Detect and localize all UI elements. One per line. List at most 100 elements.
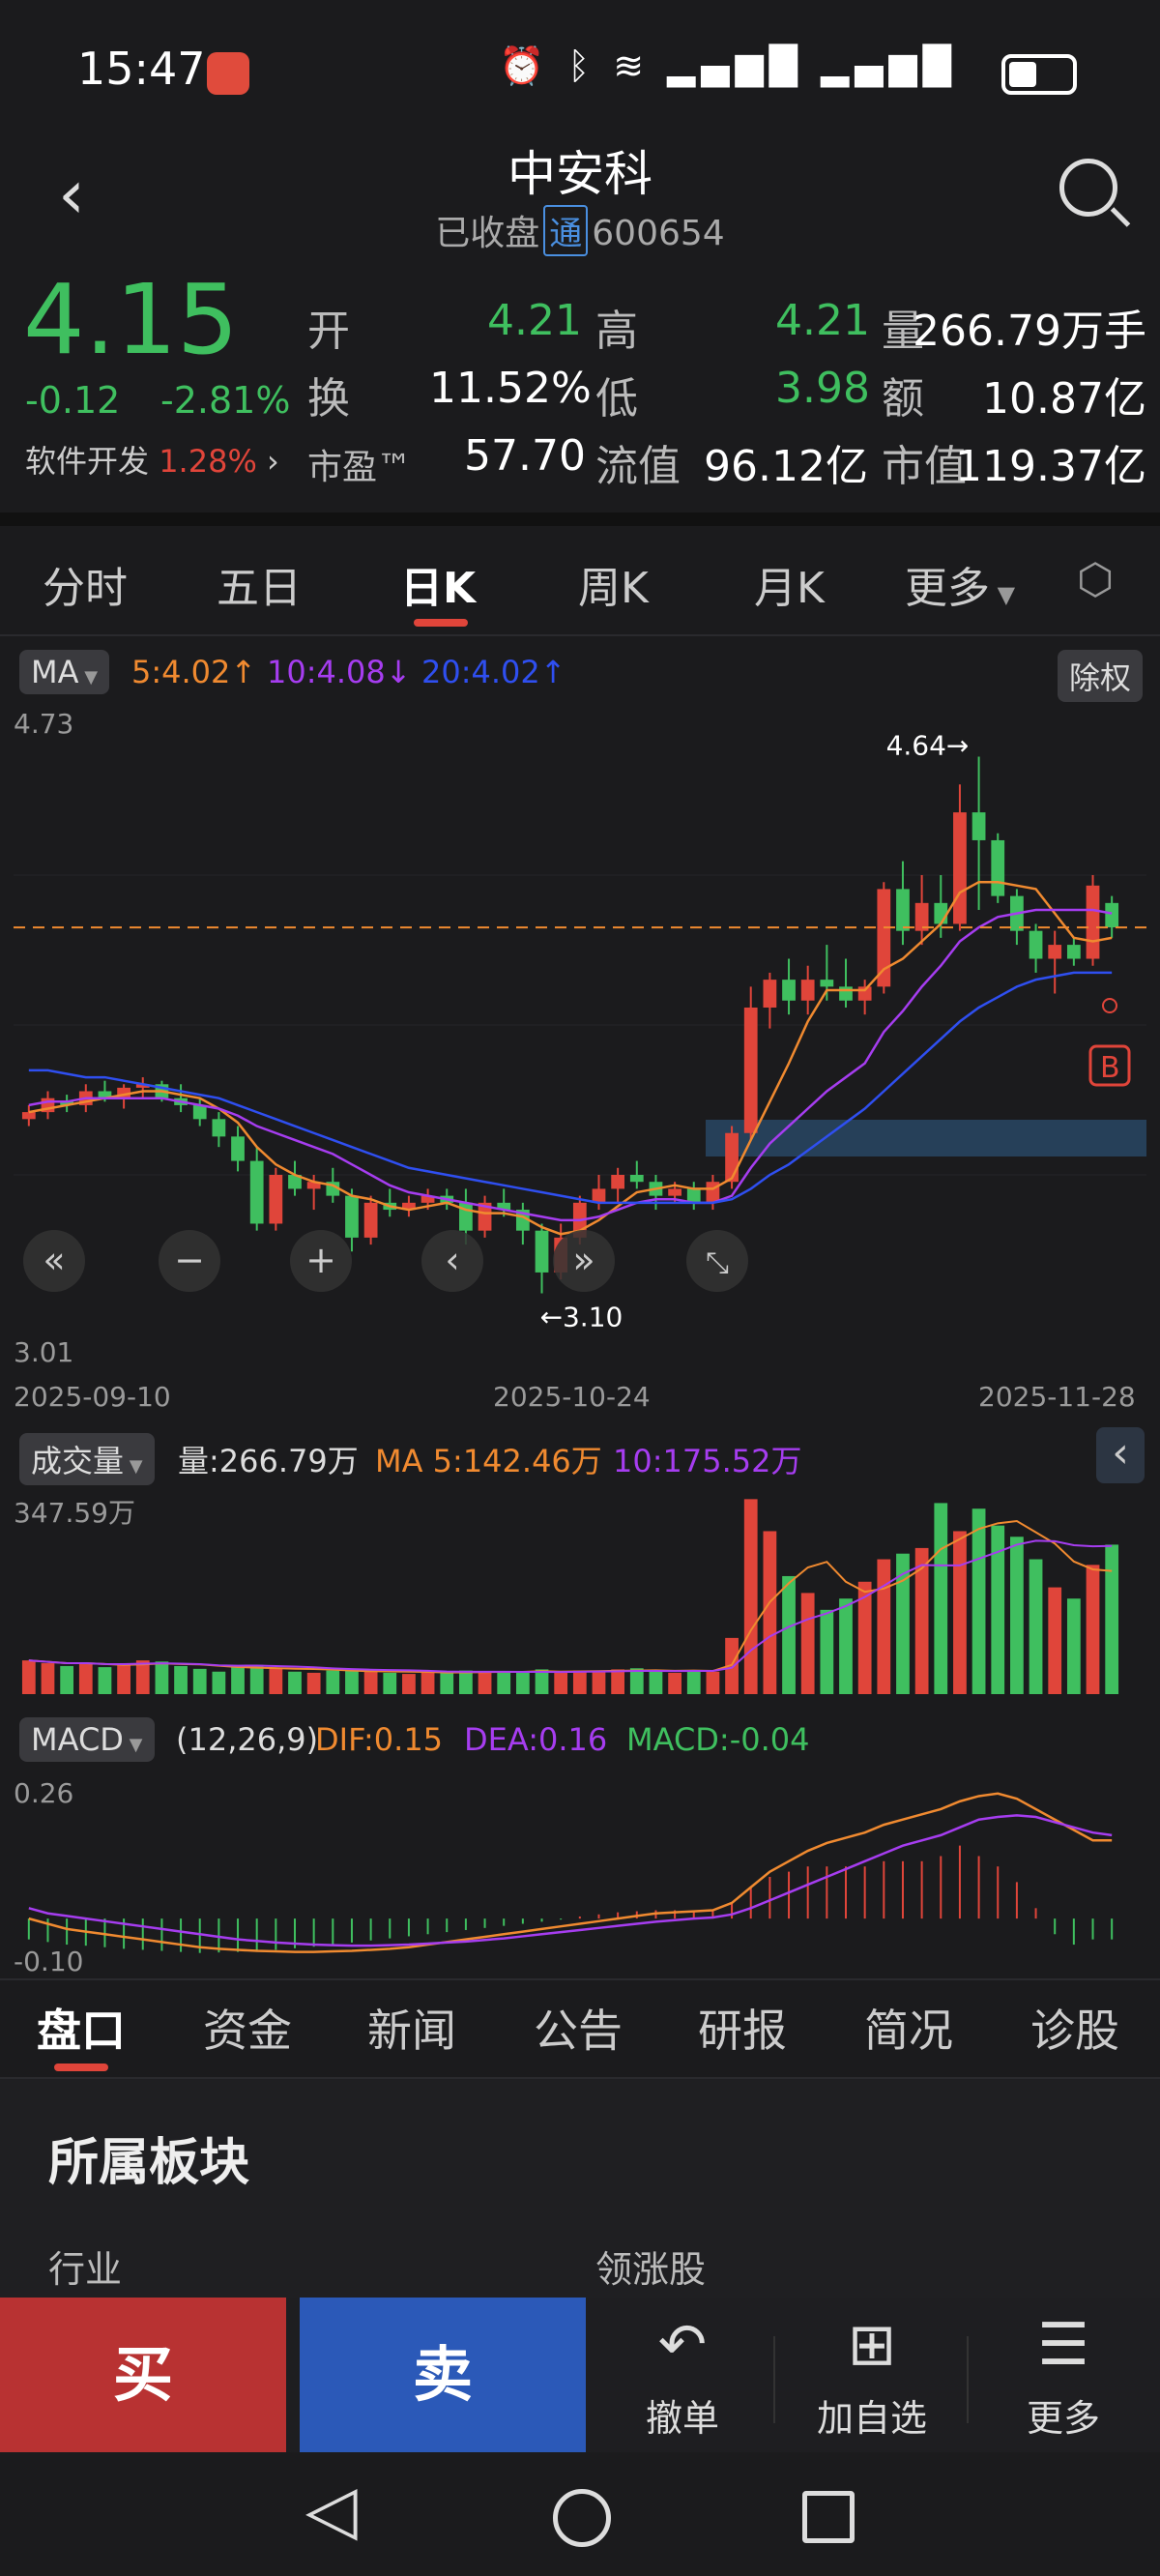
volume-bar — [459, 1670, 473, 1694]
chevrons-left-glyph: « — [43, 1239, 65, 1281]
ma20-value: 20:4.02↑ — [421, 654, 566, 690]
tab-intraday[interactable]: 分时 — [43, 553, 128, 615]
tab-funds[interactable]: 资金 — [203, 1996, 292, 2060]
min-price-marker: ←3.10 — [540, 1302, 624, 1333]
nav-back-icon[interactable]: ◁ — [305, 2470, 358, 2549]
search-icon[interactable] — [1059, 159, 1117, 217]
volume-bar — [440, 1672, 454, 1694]
pe-value: 57.70 — [464, 431, 586, 481]
open-value: 4.21 — [487, 296, 582, 345]
float-label: 流值 — [595, 442, 681, 491]
candle-body — [1048, 945, 1062, 959]
adjust-button[interactable]: 除权 — [1057, 650, 1143, 702]
tab-orderbook[interactable]: 盘口 — [37, 1996, 126, 2060]
volume-bar — [1086, 1565, 1100, 1694]
tab-weekly-k[interactable]: 周K — [578, 553, 649, 615]
candle-body — [192, 1104, 207, 1120]
tab-more[interactable]: 更多 ▼ — [905, 553, 1015, 615]
x-label-mid: 2025-10-24 — [493, 1381, 651, 1413]
tab-five-day[interactable]: 五日 — [217, 553, 302, 615]
volume-bar — [611, 1669, 625, 1694]
kline-chart[interactable]: 4.73 3.01 4.64→ ←3.10 2025-09-10 2025-10… — [0, 706, 1160, 1421]
more-button[interactable]: ☰ 更多 — [976, 2311, 1150, 2442]
candle-body — [1066, 945, 1081, 959]
high-label: 高 — [595, 307, 638, 356]
volume-bar — [763, 1531, 777, 1694]
candle-body — [763, 980, 777, 1008]
volume-bar — [117, 1664, 130, 1694]
price-change-pct: -2.81% — [160, 379, 291, 422]
volume-bar — [554, 1672, 568, 1694]
macd-dif-line — [28, 1792, 1113, 1953]
macd-y-bottom-label: -0.10 — [14, 1946, 83, 1977]
candle-body — [800, 980, 815, 1001]
candle-body — [231, 1136, 245, 1161]
volume-bar — [478, 1671, 492, 1694]
volume-bar — [1010, 1537, 1024, 1694]
tab-news[interactable]: 新闻 — [367, 1996, 456, 2060]
app-notification-icon — [207, 52, 249, 95]
volume-bar — [649, 1671, 663, 1694]
volume-bar — [839, 1598, 853, 1694]
volume-bar — [60, 1665, 74, 1694]
volume-bar — [383, 1672, 397, 1694]
divider — [0, 634, 1160, 636]
volume-value-label: 量:266.79万 — [178, 1443, 359, 1479]
candle-body — [820, 980, 834, 987]
macd-dif: DIF:0.15 — [315, 1721, 444, 1758]
tab-profile[interactable]: 简况 — [864, 1996, 953, 2060]
candle-body — [611, 1175, 625, 1189]
volume-bar — [174, 1665, 188, 1694]
settings-hexagon-icon[interactable]: ⬡ — [1077, 555, 1114, 604]
system-nav-bar: ◁ — [0, 2452, 1160, 2576]
menu-icon: ☰ — [1037, 2311, 1089, 2379]
x-label-end: 2025-11-28 — [978, 1381, 1136, 1413]
volume-value: 266.79万手 — [913, 307, 1146, 356]
volume-bar — [668, 1672, 682, 1694]
macd-selector[interactable]: MACD ▼ — [19, 1717, 155, 1762]
sell-button[interactable]: 卖 — [300, 2298, 586, 2452]
cancel-order-label: 撤单 — [645, 2397, 719, 2440]
macd-value: MACD:-0.04 — [626, 1721, 810, 1758]
caret-down-icon: ▼ — [123, 1735, 143, 1755]
volume-bar — [686, 1670, 701, 1694]
sector-link[interactable]: 软件开发 1.28% › — [25, 437, 279, 482]
volume-bar — [212, 1671, 226, 1694]
volume-bar — [192, 1668, 207, 1694]
tab-daily-k[interactable]: 日K — [400, 553, 476, 615]
ma5-value: 5:4.02↑ — [131, 654, 257, 690]
volume-selector[interactable]: 成交量 ▼ — [19, 1433, 155, 1485]
status-bar: 15:47 ⏰ ᛒ ≋ ▂▄▆█ ▂▄▆█ — [0, 0, 1160, 135]
ma10-value: 10:4.08↓ — [267, 654, 412, 690]
volume-bar — [78, 1663, 93, 1694]
plus-square-icon: ⊞ — [847, 2311, 897, 2379]
volume-bar — [231, 1667, 245, 1694]
amount-label: 额 — [882, 374, 924, 424]
tab-monthly-k[interactable]: 月K — [754, 553, 825, 615]
more-label: 更多 — [1026, 2397, 1100, 2440]
volume-bar — [269, 1668, 283, 1694]
active-tab-indicator — [414, 619, 468, 627]
tab-research[interactable]: 研报 — [698, 1996, 787, 2060]
tab-diagnosis[interactable]: 诊股 — [1030, 1996, 1119, 2060]
y-bottom-label: 3.01 — [14, 1336, 73, 1368]
tab-announcements[interactable]: 公告 — [534, 1996, 623, 2060]
industry-label: 行业 — [48, 2248, 123, 2291]
buy-button[interactable]: 买 — [0, 2298, 286, 2452]
collapse-panel-icon[interactable]: ‹ — [1096, 1427, 1145, 1483]
volume-bar — [972, 1508, 986, 1694]
macd-dea: DEA:0.16 — [464, 1721, 608, 1758]
candle-body — [743, 1007, 758, 1133]
zoom-in-glyph: + — [305, 1239, 336, 1281]
nav-home-icon[interactable] — [553, 2489, 611, 2547]
connect-badge[interactable]: 通 — [543, 205, 589, 256]
add-watchlist-button[interactable]: ⊞ 加自选 — [785, 2311, 959, 2442]
cancel-order-button[interactable]: ↶ 撤单 — [595, 2311, 769, 2442]
volume-bar — [782, 1575, 796, 1694]
ma-selector[interactable]: MA ▼ — [19, 650, 110, 694]
volume-bar — [41, 1663, 55, 1694]
high-value: 4.21 — [775, 296, 870, 345]
nav-recents-icon[interactable] — [802, 2491, 855, 2543]
volume-ma10-line — [28, 1539, 1113, 1674]
candle-body — [1105, 902, 1119, 928]
